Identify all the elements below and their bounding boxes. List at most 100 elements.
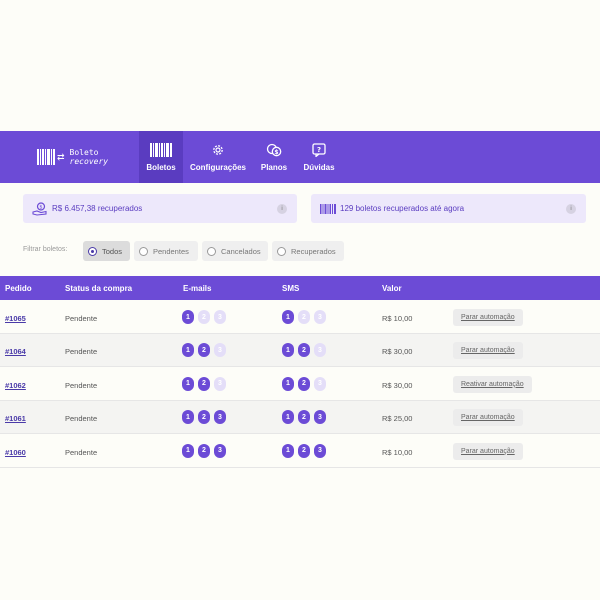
barcode-logo-icon bbox=[37, 149, 55, 165]
email-step-badge: 3 bbox=[214, 343, 226, 358]
email-step-badge: 1 bbox=[182, 376, 194, 391]
nav-configuracoes[interactable]: Configurações bbox=[190, 131, 246, 183]
sms-step-badge: 3 bbox=[314, 443, 326, 458]
order-link[interactable]: #1064 bbox=[5, 347, 26, 356]
sms-step-badge: 2 bbox=[298, 376, 310, 391]
brand-logo[interactable]: ⇄ Boleto recovery bbox=[37, 143, 108, 171]
purchase-status: Pendente bbox=[65, 447, 98, 457]
top-nav-bar: ⇄ Boleto recovery Boletos Configurações … bbox=[0, 131, 600, 183]
nav-planos[interactable]: $ Planos bbox=[258, 131, 290, 183]
filter-option-todos[interactable]: Todos bbox=[83, 241, 130, 261]
email-step-badge: 1 bbox=[182, 310, 194, 324]
table-row: #1064 Pendente 1 2 3 1 2 3 R$ 30,00 Parar automaç… bbox=[0, 334, 600, 368]
sms-step-badge: 2 bbox=[298, 343, 310, 358]
sms-step-badge: 1 bbox=[282, 410, 294, 425]
filter-option-cancelados[interactable]: Cancelados bbox=[202, 241, 268, 261]
order-link[interactable]: #1062 bbox=[5, 381, 26, 390]
filter-option-recuperados[interactable]: Recuperados bbox=[272, 241, 344, 261]
barcode-icon bbox=[150, 142, 172, 157]
column-header-pedido: Pedido bbox=[5, 284, 32, 293]
filter-option-pendentes[interactable]: Pendentes bbox=[134, 241, 198, 261]
order-value: R$ 25,00 bbox=[382, 414, 413, 424]
purchase-status: Pendente bbox=[65, 314, 98, 323]
sms-step-badge: 2 bbox=[298, 443, 310, 458]
table-body: #1065 Pendente 1 2 3 1 2 3 R$ 10,00 Parar automaç… bbox=[0, 301, 600, 468]
sms-step-dots: 123 bbox=[282, 410, 326, 425]
info-icon[interactable]: i bbox=[277, 204, 287, 214]
order-value: R$ 10,00 bbox=[382, 314, 413, 323]
sms-step-dots: 123 bbox=[282, 376, 326, 391]
sms-step-badge: 3 bbox=[314, 410, 326, 425]
stop-automation-button[interactable]: Parar automação bbox=[453, 409, 523, 427]
order-link[interactable]: #1065 bbox=[5, 314, 26, 323]
order-link[interactable]: #1060 bbox=[5, 448, 26, 457]
stop-automation-button[interactable]: Parar automação bbox=[453, 309, 523, 326]
table-row: #1061 Pendente 1 2 3 1 2 3 R$ 25,00 Parar automaç… bbox=[0, 401, 600, 435]
sms-step-badge: 1 bbox=[282, 310, 294, 324]
question-icon: ? bbox=[312, 142, 326, 157]
email-step-badge: 2 bbox=[198, 343, 210, 358]
column-header-status: Status da compra bbox=[65, 284, 133, 293]
stop-automation-button[interactable]: Parar automação bbox=[453, 442, 523, 460]
svg-text:$: $ bbox=[274, 149, 278, 156]
sms-step-badge: 1 bbox=[282, 343, 294, 358]
table-header: Pedido Status da compra E-mails SMS Valo… bbox=[0, 276, 600, 300]
email-step-badge: 3 bbox=[214, 310, 226, 324]
radio-icon bbox=[139, 246, 148, 256]
email-step-badge: 1 bbox=[182, 443, 194, 458]
sms-step-badge: 1 bbox=[282, 376, 294, 391]
filter-option-label: Recuperados bbox=[291, 246, 336, 256]
email-step-dots: 123 bbox=[182, 376, 226, 391]
radio-icon bbox=[207, 246, 216, 256]
nav-configuracoes-label: Configurações bbox=[190, 162, 247, 172]
column-header-emails: E-mails bbox=[183, 284, 212, 293]
order-link[interactable]: #1061 bbox=[5, 414, 26, 423]
sms-step-dots: 123 bbox=[282, 310, 326, 324]
sms-step-dots: 123 bbox=[282, 343, 326, 358]
email-step-badge: 2 bbox=[198, 310, 210, 324]
radio-selected-icon bbox=[88, 246, 97, 256]
recovered-amount-label: recuperados bbox=[95, 204, 143, 213]
sms-step-badge: 3 bbox=[314, 343, 326, 358]
brand-name-line1: Boleto bbox=[69, 148, 99, 157]
stop-automation-button[interactable]: Parar automação bbox=[453, 342, 523, 360]
email-step-dots: 123 bbox=[182, 343, 226, 358]
column-header-valor: Valor bbox=[382, 284, 402, 293]
coins-icon: $ bbox=[266, 143, 282, 156]
nav-duvidas-label: Dúvidas bbox=[303, 162, 335, 172]
email-step-badge: 2 bbox=[198, 410, 210, 425]
email-step-badge: 1 bbox=[182, 343, 194, 358]
table-row: #1062 Pendente 1 2 3 1 2 3 R$ 30,00 Reativar auto… bbox=[0, 368, 600, 401]
nav-boletos[interactable]: Boletos bbox=[139, 131, 183, 183]
filter-option-label: Cancelados bbox=[221, 246, 261, 256]
email-step-badge: 3 bbox=[214, 410, 226, 425]
recovered-amount-value: R$ 6.457,38 bbox=[52, 204, 96, 213]
barcode-icon bbox=[320, 203, 336, 214]
recovery-arrows-icon: ⇄ bbox=[57, 151, 65, 162]
gear-icon bbox=[213, 144, 223, 155]
order-value: R$ 10,00 bbox=[382, 447, 413, 457]
nav-duvidas[interactable]: ? Dúvidas bbox=[301, 131, 337, 183]
filter-option-label: Pendentes bbox=[153, 246, 189, 256]
nav-planos-label: Planos bbox=[260, 162, 288, 172]
sms-step-badge: 2 bbox=[298, 310, 310, 324]
svg-text:$: $ bbox=[39, 204, 42, 210]
info-icon[interactable]: i bbox=[566, 204, 576, 214]
email-step-badge: 1 bbox=[182, 410, 194, 425]
email-step-badge: 2 bbox=[198, 443, 210, 458]
sms-step-badge: 1 bbox=[282, 443, 294, 458]
email-step-dots: 123 bbox=[182, 410, 226, 425]
brand-name-line2: recovery bbox=[69, 157, 109, 166]
hand-coin-icon: $ bbox=[32, 201, 47, 216]
filter-label: Filtrar boletos: bbox=[23, 246, 68, 253]
table-row: #1065 Pendente 1 2 3 1 2 3 R$ 10,00 Parar automaç… bbox=[0, 301, 600, 334]
sms-step-badge: 2 bbox=[298, 410, 310, 425]
sms-step-badge: 3 bbox=[314, 310, 326, 324]
order-value: R$ 30,00 bbox=[382, 347, 413, 357]
column-header-sms: SMS bbox=[282, 284, 300, 293]
radio-icon bbox=[277, 246, 286, 256]
email-step-badge: 3 bbox=[214, 376, 226, 391]
email-step-dots: 123 bbox=[182, 310, 226, 324]
reactivate-automation-button[interactable]: Reativar automação bbox=[453, 375, 532, 393]
email-step-dots: 123 bbox=[182, 443, 226, 458]
